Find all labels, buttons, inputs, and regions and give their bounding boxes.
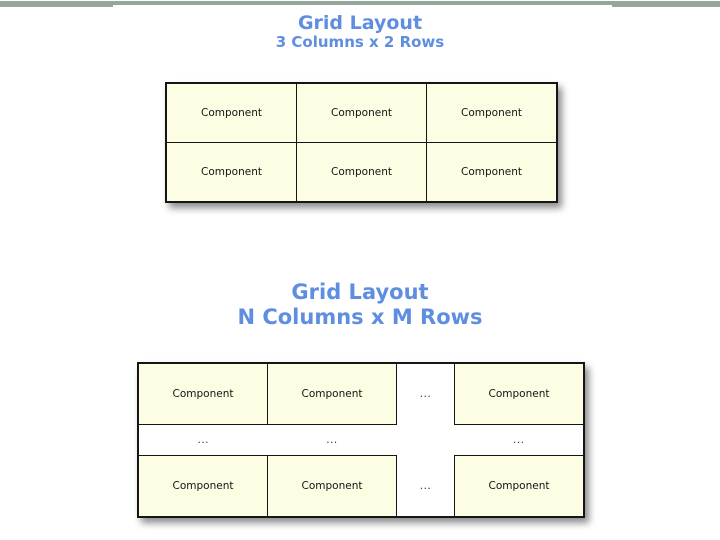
top-accent-band-left	[0, 1, 113, 7]
grid-cell-label: Component	[488, 388, 550, 400]
table-row: Component Component ... Component	[137, 362, 585, 425]
grid-cell-component[interactable]: Component	[426, 82, 558, 143]
grid-cell-component[interactable]: Component	[296, 82, 427, 143]
grid-cell-component[interactable]: Component	[267, 362, 397, 425]
grid-cell-component[interactable]: Component	[165, 142, 297, 203]
ellipsis-label: ...	[197, 434, 209, 446]
grid-cell-column-ellipsis: ...	[396, 455, 455, 517]
top-accent-band	[0, 0, 720, 8]
grid-cell-label: Component	[172, 388, 234, 400]
grid-table-n-by-m: Component Component ... Component ... ..…	[137, 362, 585, 518]
grid-cell-component[interactable]: Component	[296, 142, 427, 203]
grid-cell-label: Component	[301, 388, 363, 400]
table-row: Component Component Component	[165, 82, 558, 143]
grid-diagram-n-by-m: Component Component ... Component ... ..…	[137, 362, 585, 518]
ellipsis-label: ...	[419, 479, 432, 492]
ellipsis-label: ...	[512, 434, 525, 446]
grid-cell-component[interactable]: Component	[165, 82, 297, 143]
page-title-subtitle: 3 Columns x 2 Rows	[275, 33, 445, 52]
grid-cell-row-ellipsis: ...	[267, 424, 397, 456]
grid-cell-row-ellipsis: ...	[454, 424, 584, 456]
title-block-n-by-m: Grid Layout N Columns x M Rows	[0, 280, 720, 330]
grid-cell-component[interactable]: Component	[137, 455, 268, 518]
slide-section-n-by-m: Grid Layout N Columns x M Rows	[0, 280, 720, 330]
grid-cell-component[interactable]: Component	[426, 142, 558, 203]
grid-cell-label: Component	[331, 107, 392, 119]
grid-cell-label: Component	[461, 166, 522, 178]
grid-cell-label: Component	[301, 480, 363, 492]
slide-section-three-by-two: Grid Layout 3 Columns x 2 Rows	[0, 12, 720, 52]
table-row: Component Component ... Component	[137, 455, 585, 518]
title-block-three-by-two: Grid Layout 3 Columns x 2 Rows	[0, 12, 720, 52]
grid-cell-center-gap	[396, 424, 455, 456]
page-title-subtitle: N Columns x M Rows	[237, 304, 483, 329]
grid-cell-component[interactable]: Component	[454, 455, 585, 518]
grid-cell-label: Component	[488, 480, 550, 492]
ellipsis-label: ...	[326, 434, 338, 446]
ellipsis-label: ...	[419, 388, 432, 401]
table-row-ellipsis: ... ... ...	[138, 424, 584, 456]
grid-cell-label: Component	[461, 107, 522, 119]
table-row: Component Component Component	[165, 142, 558, 203]
grid-cell-component[interactable]: Component	[454, 362, 585, 425]
grid-table-three-by-two: Component Component Component Component …	[165, 82, 558, 203]
grid-cell-label: Component	[331, 166, 392, 178]
grid-cell-label: Component	[201, 166, 262, 178]
grid-cell-label: Component	[172, 480, 234, 492]
grid-cell-component[interactable]: Component	[137, 362, 268, 425]
page-title-primary: Grid Layout	[297, 12, 423, 34]
grid-cell-label: Component	[201, 107, 262, 119]
grid-cell-component[interactable]: Component	[267, 455, 397, 518]
grid-cell-column-ellipsis: ...	[396, 363, 455, 425]
grid-cell-row-ellipsis: ...	[138, 424, 268, 456]
grid-diagram-three-by-two: Component Component Component Component …	[165, 82, 558, 203]
top-accent-band-right	[612, 1, 720, 7]
page-title-primary: Grid Layout	[291, 280, 429, 304]
